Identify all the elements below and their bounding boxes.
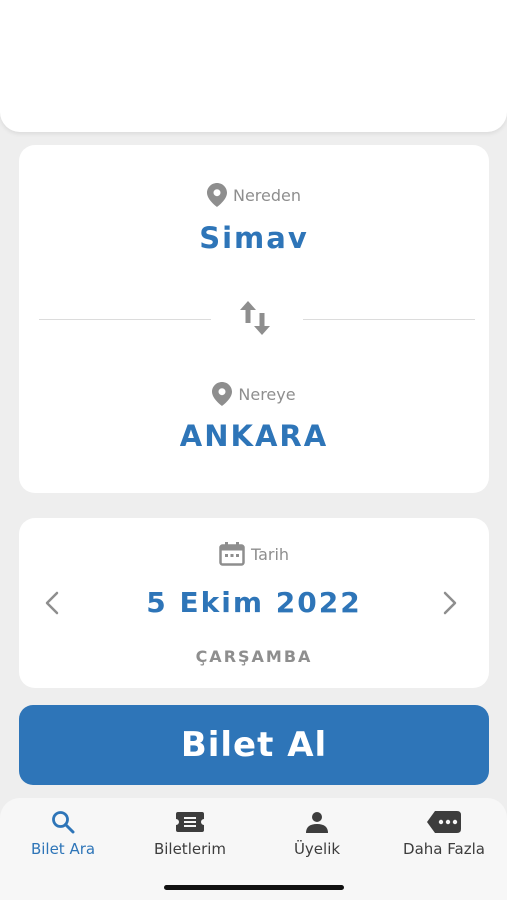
tab-membership[interactable]: Üyelik: [254, 810, 380, 860]
person-icon: [306, 810, 328, 834]
tab-more[interactable]: Daha Fazla: [381, 810, 507, 860]
selected-date[interactable]: 5 Ekim 2022: [19, 586, 489, 619]
home-indicator[interactable]: [164, 885, 344, 890]
divider-right: [303, 319, 475, 320]
location-pin-icon: [206, 183, 227, 207]
tab-tickets-label: Biletlerim: [153, 840, 227, 858]
from-label: Nereden: [232, 185, 302, 205]
date-card: Tarih 5 Ekim 2022 ÇARŞAMBA: [19, 518, 489, 688]
buy-ticket-button[interactable]: Bilet Al: [19, 705, 489, 785]
tab-membership-label: Üyelik: [293, 840, 341, 858]
tab-search-label: Bilet Ara: [30, 840, 96, 858]
route-card: Nereden Simav Nereye ANKARA: [19, 145, 489, 493]
more-icon: [427, 810, 461, 834]
tab-search[interactable]: Bilet Ara: [0, 810, 126, 860]
from-label-row: Nereden: [19, 183, 489, 207]
calendar-icon: [219, 542, 245, 566]
tab-more-label: Daha Fazla: [403, 840, 485, 858]
ticket-icon: [176, 810, 204, 834]
date-label-row: Tarih: [19, 542, 489, 566]
swap-vertical-icon: [238, 299, 272, 341]
swap-route-button[interactable]: [235, 300, 275, 340]
to-label-row: Nereye: [19, 382, 489, 406]
from-city[interactable]: Simav: [19, 221, 489, 255]
date-label: Tarih: [250, 544, 290, 564]
search-icon: [51, 810, 75, 834]
tab-tickets[interactable]: Biletlerim: [127, 810, 253, 860]
selected-weekday: ÇARŞAMBA: [195, 647, 313, 666]
top-header-panel: [0, 0, 507, 132]
to-label: Nereye: [238, 384, 296, 404]
location-pin-icon: [212, 382, 233, 406]
to-city[interactable]: ANKARA: [19, 419, 489, 453]
divider-left: [39, 319, 211, 320]
chevron-right-icon: [442, 591, 458, 619]
next-day-button[interactable]: [435, 590, 465, 620]
